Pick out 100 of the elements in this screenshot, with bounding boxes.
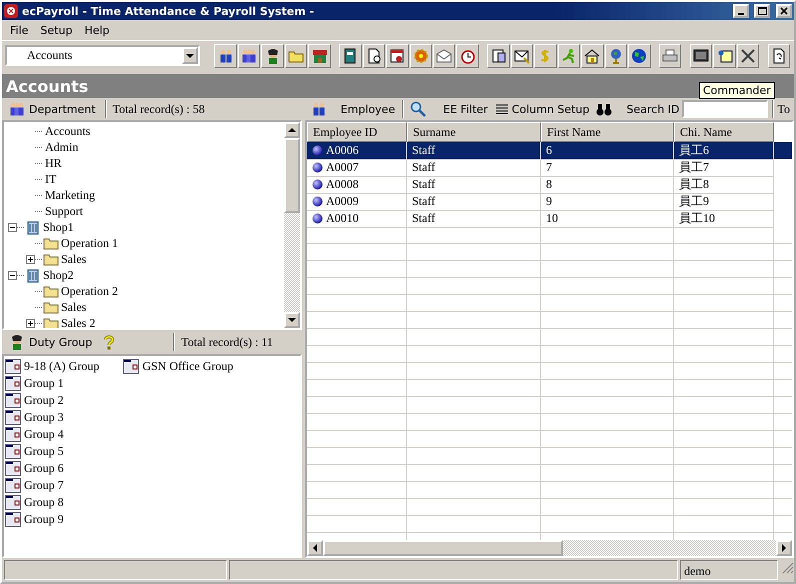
menu-item[interactable]: Help bbox=[78, 24, 116, 36]
duty-group-item[interactable]: 9-18 (A) Group bbox=[22, 359, 102, 374]
toolbar-button[interactable] bbox=[456, 44, 479, 68]
record-count: Total record(s) : 58 bbox=[112, 102, 205, 116]
duty-group-item[interactable]: GSN Office Group bbox=[140, 359, 236, 374]
to-label: To bbox=[778, 102, 790, 116]
document-icon bbox=[490, 48, 507, 64]
toolbar-button[interactable] bbox=[628, 44, 651, 68]
building-icon bbox=[25, 219, 41, 235]
duty-group-item[interactable]: Group 5 bbox=[22, 444, 66, 459]
table-row[interactable]: A0008 Staff 8 員工8 bbox=[307, 176, 792, 193]
department-button[interactable]: Department bbox=[6, 101, 99, 117]
table-cell: 員工7 bbox=[679, 159, 709, 176]
toolbar-button[interactable] bbox=[690, 44, 712, 68]
duty-group-item[interactable]: Group 7 bbox=[22, 478, 66, 493]
toolbar-button[interactable] bbox=[308, 44, 331, 68]
close-button[interactable] bbox=[776, 4, 792, 18]
duty-group-item[interactable]: Group 4 bbox=[22, 427, 66, 442]
search-id-field[interactable] bbox=[682, 100, 768, 118]
collapse-toggle[interactable] bbox=[8, 222, 17, 232]
duty-group-item[interactable]: Group 2 bbox=[22, 393, 66, 408]
tree-item[interactable]: Shop1 bbox=[41, 220, 76, 234]
find-button[interactable] bbox=[594, 101, 614, 117]
table-row[interactable]: A0010 Staff 10 員工10 bbox=[307, 210, 792, 227]
toolbar-button[interactable] bbox=[238, 44, 260, 68]
scroll-thumb[interactable] bbox=[323, 540, 563, 556]
scroll-down-button[interactable] bbox=[284, 312, 300, 328]
toolbar-button[interactable] bbox=[510, 44, 534, 68]
toolbar-button[interactable] bbox=[339, 44, 362, 68]
duty-group-button[interactable]: Duty Group bbox=[6, 334, 96, 350]
toolbar-button[interactable] bbox=[581, 44, 604, 68]
house-icon bbox=[584, 48, 600, 64]
toolbar-button[interactable] bbox=[433, 44, 456, 68]
column-header[interactable]: First Name bbox=[541, 122, 674, 142]
dropdown-button[interactable] bbox=[182, 47, 198, 64]
table-cell: Staff bbox=[412, 194, 436, 209]
duty-group-item[interactable]: Group 6 bbox=[22, 461, 66, 476]
maximize-button[interactable] bbox=[754, 4, 770, 18]
column-header[interactable]: Surname bbox=[407, 122, 541, 142]
duty-group-item[interactable]: Group 8 bbox=[22, 495, 66, 510]
employee-button[interactable]: Employee bbox=[338, 102, 398, 116]
gear-icon bbox=[412, 48, 429, 64]
calendar-icon bbox=[123, 359, 140, 374]
column-header[interactable]: Employee ID bbox=[307, 122, 407, 142]
tree-item[interactable]: Marketing bbox=[43, 188, 97, 202]
minimize-button[interactable] bbox=[733, 4, 749, 18]
expand-toggle[interactable] bbox=[26, 318, 35, 328]
vertical-scrollbar[interactable] bbox=[284, 122, 300, 328]
search-button[interactable] bbox=[408, 101, 428, 117]
tree-item[interactable]: Admin bbox=[43, 140, 80, 154]
horizontal-scrollbar[interactable] bbox=[307, 540, 792, 556]
table-cell: Staff bbox=[412, 143, 436, 158]
table-row[interactable]: A0006 Staff 6 員工6 bbox=[307, 142, 792, 159]
scroll-up-button[interactable] bbox=[284, 122, 300, 138]
tree-item[interactable]: Shop2 bbox=[41, 268, 76, 282]
menu-item[interactable]: File bbox=[4, 24, 34, 36]
tree-item[interactable]: HR bbox=[43, 156, 64, 170]
team-icon bbox=[9, 101, 25, 117]
department-dropdown[interactable]: Accounts bbox=[5, 45, 200, 66]
toolbar-button[interactable] bbox=[487, 44, 510, 68]
team-icon bbox=[241, 48, 258, 64]
tree-item[interactable]: Operation 1 bbox=[59, 236, 120, 250]
sphere-icon bbox=[312, 196, 323, 207]
table-row[interactable]: A0009 Staff 9 員工9 bbox=[307, 193, 792, 210]
calendar-icon bbox=[5, 427, 21, 442]
scroll-thumb[interactable] bbox=[284, 138, 300, 213]
tree-item[interactable]: Sales 2 bbox=[59, 316, 98, 328]
toolbar-button[interactable] bbox=[214, 44, 237, 68]
duty-group-item[interactable]: Group 3 bbox=[22, 410, 66, 425]
scroll-right-button[interactable] bbox=[776, 540, 792, 556]
column-header[interactable]: Chi. Name bbox=[674, 122, 774, 142]
tree-item[interactable]: Operation 2 bbox=[59, 284, 120, 298]
toolbar-button[interactable] bbox=[386, 44, 409, 68]
duty-group-item[interactable]: Group 1 bbox=[22, 376, 66, 391]
table-cell: A0009 bbox=[326, 194, 359, 209]
expand-toggle[interactable] bbox=[26, 254, 35, 264]
column-setup-button[interactable]: Column Setup bbox=[492, 102, 592, 116]
table-cell: A0006 bbox=[326, 143, 359, 158]
caret-icon bbox=[186, 52, 194, 60]
menu-item[interactable]: Setup bbox=[34, 24, 78, 36]
building-icon bbox=[25, 267, 41, 283]
tree-item[interactable]: Sales bbox=[59, 300, 88, 314]
table-cell: A0008 bbox=[326, 177, 359, 192]
duty-group-item[interactable]: Group 9 bbox=[22, 512, 66, 527]
window-title: ecPayroll - Time Attendance & Payroll System - bbox=[22, 4, 316, 18]
tree-item[interactable]: IT bbox=[43, 172, 58, 186]
toolbar-button[interactable] bbox=[362, 44, 386, 68]
toolbar-button[interactable] bbox=[713, 44, 736, 68]
toolbar-button[interactable] bbox=[736, 44, 760, 68]
toolbar-button[interactable] bbox=[658, 44, 682, 68]
toolbar-button[interactable] bbox=[261, 44, 284, 68]
collapse-toggle[interactable] bbox=[8, 270, 17, 280]
tree-item[interactable]: Sales bbox=[59, 252, 88, 266]
scroll-left-button[interactable] bbox=[307, 540, 323, 556]
table-row[interactable]: A0007 Staff 7 員工7 bbox=[307, 159, 792, 176]
ee-filter-button[interactable]: EE Filter bbox=[440, 102, 491, 116]
tree-item[interactable]: Accounts bbox=[43, 124, 92, 138]
tree-item[interactable]: Support bbox=[43, 204, 86, 218]
table-cell: Staff bbox=[412, 211, 436, 226]
toolbar-button[interactable] bbox=[768, 44, 790, 68]
